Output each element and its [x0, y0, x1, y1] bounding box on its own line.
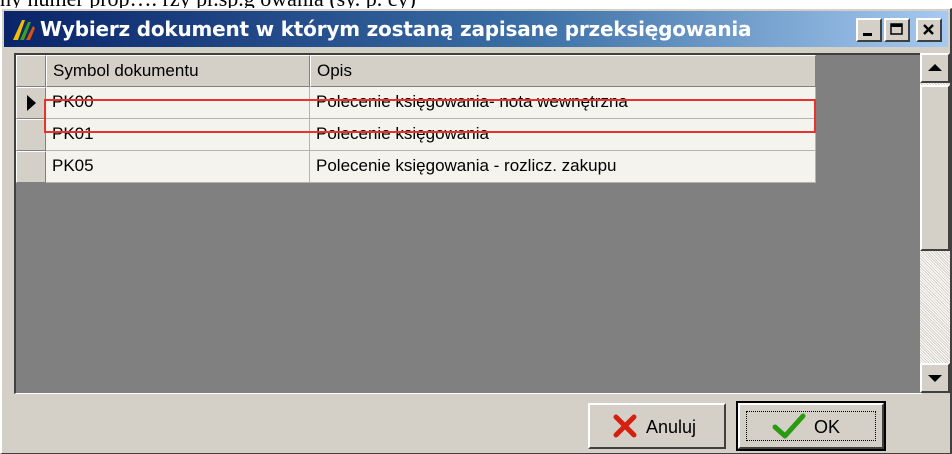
- ok-button[interactable]: OK: [736, 401, 886, 451]
- row-indicator[interactable]: [16, 119, 46, 151]
- vertical-scrollbar[interactable]: [920, 53, 950, 393]
- cell-opis[interactable]: Polecenie księgowania - rozlicz. zakupu: [310, 151, 816, 183]
- column-header-opis[interactable]: Opis: [310, 55, 816, 87]
- maximize-button[interactable]: [884, 18, 910, 42]
- ok-check-icon: [772, 413, 806, 439]
- scroll-up-icon: [928, 64, 942, 71]
- focus-rectangle: [746, 411, 876, 441]
- column-header-symbol[interactable]: Symbol dokumentu: [46, 55, 310, 87]
- cancel-x-icon: [613, 414, 637, 438]
- cell-symbol[interactable]: PK01: [46, 119, 310, 151]
- maximize-icon: [890, 23, 903, 35]
- ok-button-label: OK: [814, 417, 841, 437]
- row-indicator[interactable]: [16, 151, 46, 183]
- cell-symbol[interactable]: PK05: [46, 151, 310, 183]
- documents-grid[interactable]: Symbol dokumentu Opis PK00 Polecenie ksi…: [14, 53, 922, 394]
- scroll-thumb[interactable]: [920, 85, 950, 251]
- cancel-button-label: Anuluj: [646, 417, 697, 437]
- close-icon: [923, 24, 934, 35]
- cell-symbol[interactable]: PK00: [46, 87, 310, 119]
- row-pointer-icon: [27, 95, 36, 111]
- scroll-up-button[interactable]: [920, 53, 950, 83]
- dialog-window: Wybierz dokument w którym zostaną zapisa…: [0, 8, 952, 454]
- app-icon: [10, 16, 36, 42]
- cell-opis[interactable]: Polecenie księgowania- nota wewnętrzna: [310, 87, 816, 119]
- minimize-icon: [863, 33, 872, 36]
- cancel-button[interactable]: Anuluj: [588, 403, 726, 449]
- minimize-button[interactable]: [856, 18, 882, 42]
- cell-opis[interactable]: Polecenie księgowania: [310, 119, 816, 151]
- header-indicator-cell: [16, 55, 46, 87]
- title-bar[interactable]: Wybierz dokument w którym zostaną zapisa…: [4, 11, 948, 47]
- window-title: Wybierz dokument w którym zostaną zapisa…: [40, 17, 752, 41]
- scroll-down-button[interactable]: [920, 363, 950, 393]
- close-button[interactable]: [916, 18, 942, 42]
- scroll-down-icon: [928, 375, 942, 382]
- row-indicator[interactable]: [16, 87, 46, 119]
